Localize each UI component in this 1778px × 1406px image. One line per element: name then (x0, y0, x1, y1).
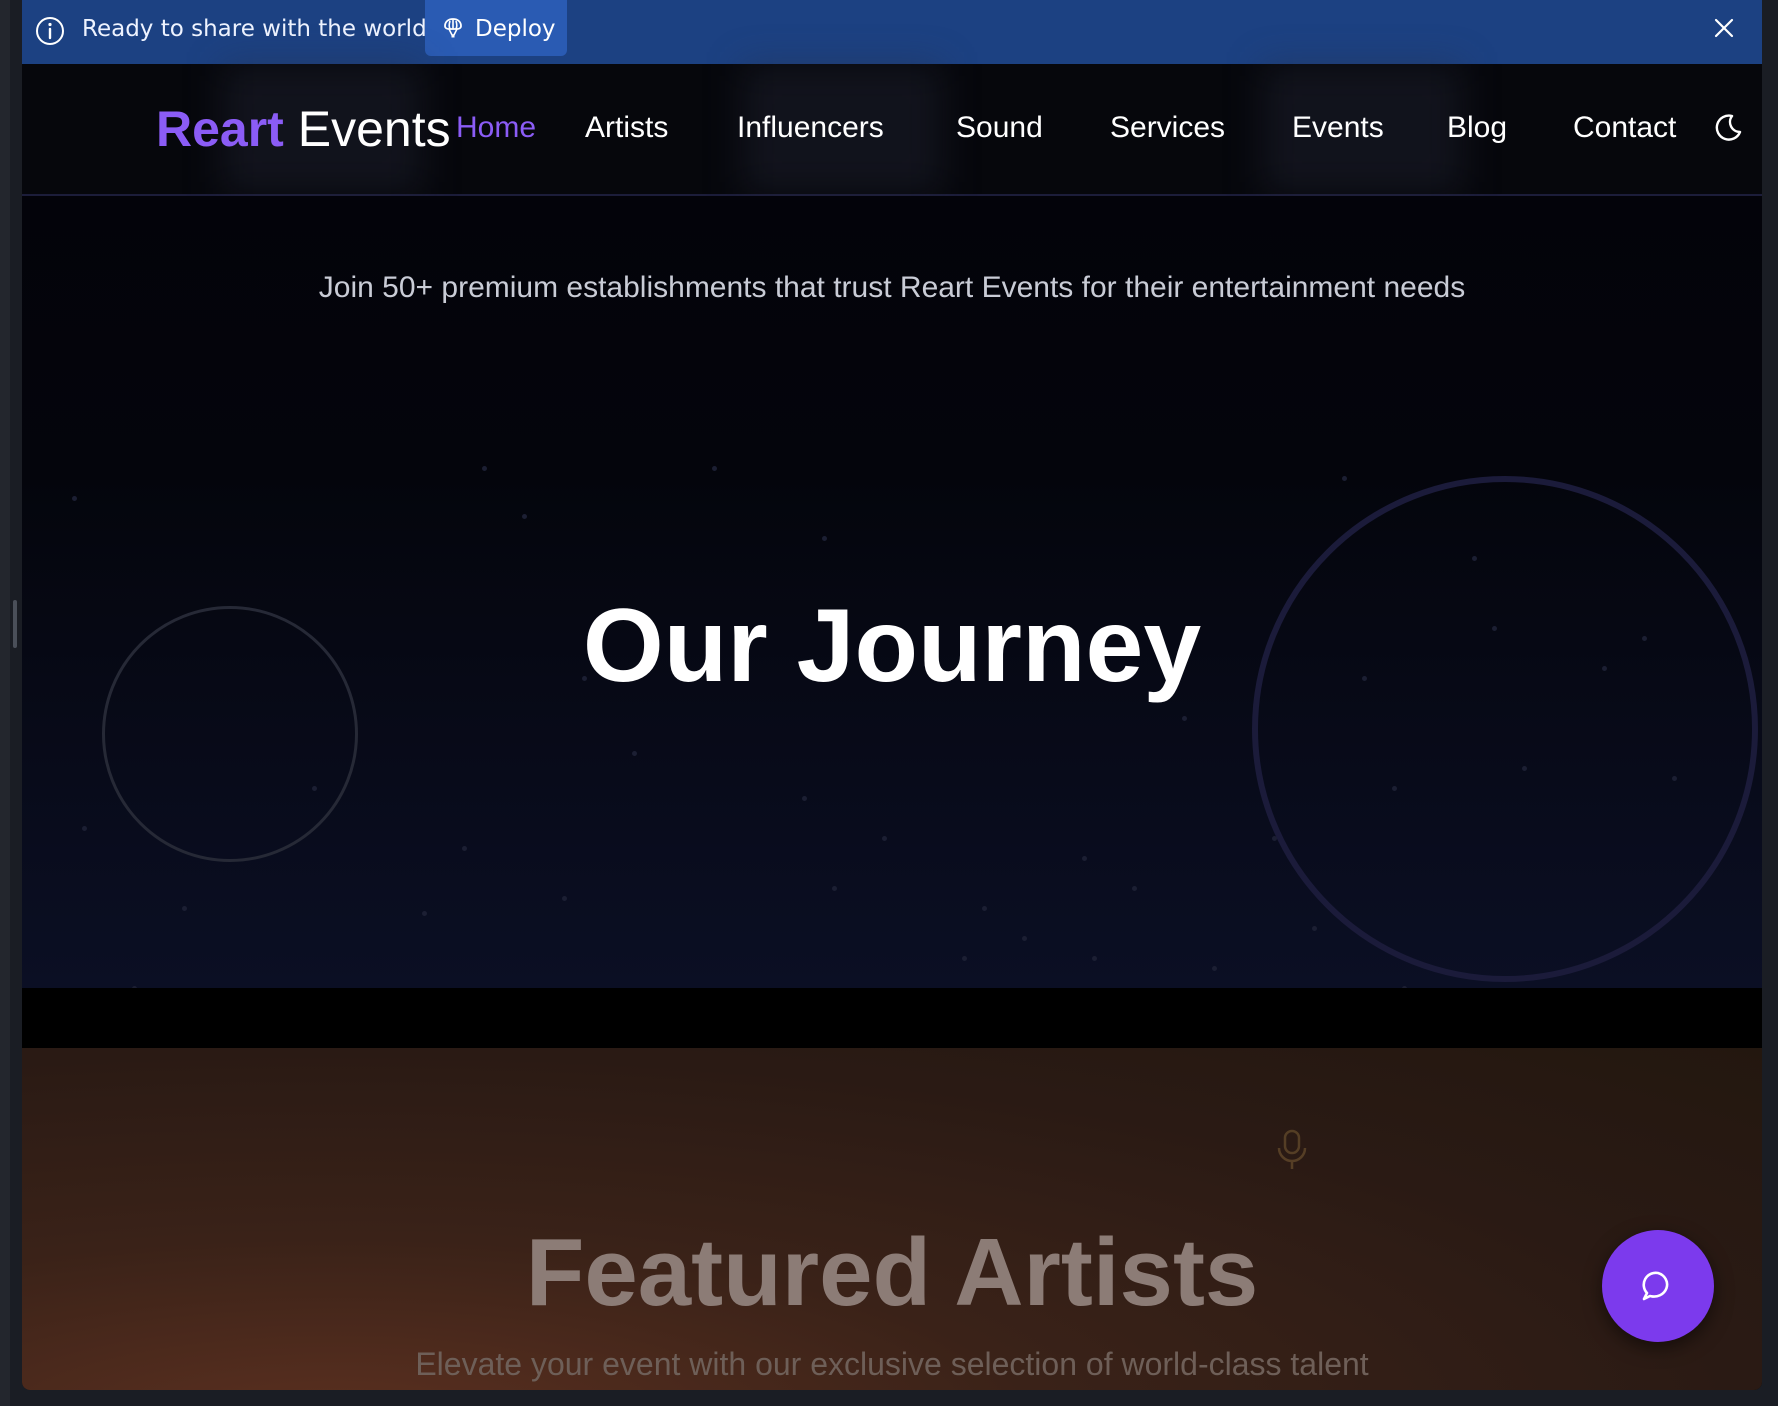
particle-dot (1082, 856, 1087, 861)
particle-dot (462, 846, 467, 851)
section-divider (22, 988, 1762, 1048)
moon-icon[interactable] (1712, 112, 1744, 144)
particle-dot (1392, 786, 1397, 791)
logo-primary: Reart (156, 101, 284, 157)
particle-dot (832, 886, 837, 891)
panel-resize-handle[interactable] (13, 600, 17, 648)
particle-dot (1132, 886, 1137, 891)
deploy-banner: Ready to share with the world? Deploy (22, 0, 1762, 64)
chat-button[interactable] (1602, 1230, 1714, 1342)
nav-link-home[interactable]: Home (456, 108, 536, 148)
particle-dot (82, 826, 87, 831)
nav-link-contact[interactable]: Contact (1573, 108, 1676, 148)
microphone-icon (1277, 1129, 1307, 1169)
particle-dot (822, 536, 827, 541)
nav-link-blog[interactable]: Blog (1447, 108, 1507, 148)
particle-dot (962, 956, 967, 961)
nav-link-sound[interactable]: Sound (956, 108, 1043, 148)
close-icon[interactable] (1712, 16, 1736, 40)
deploy-icon (444, 18, 462, 38)
particle-dot (1522, 766, 1527, 771)
particle-dot (1182, 716, 1187, 721)
featured-title: Featured Artists (525, 1219, 1259, 1326)
particle-dot (482, 466, 487, 471)
logo-secondary: Events (297, 101, 451, 157)
hero-title: Our Journey (582, 588, 1202, 704)
particle-dot (882, 836, 887, 841)
particle-dot (1342, 476, 1347, 481)
banner-message: Ready to share with the world? (82, 16, 439, 42)
preview-frame: Ready to share with the world? Deploy Re… (22, 0, 1762, 1390)
nav-link-events[interactable]: Events (1292, 108, 1384, 148)
particle-dot (1092, 956, 1097, 961)
nav-link-influencers[interactable]: Influencers (737, 108, 884, 148)
particle-dot (712, 466, 717, 471)
hero-tagline: Join 50+ premium establishments that tru… (318, 271, 1466, 304)
site-logo[interactable]: Reart Events (156, 94, 451, 164)
decorative-ring (1252, 476, 1758, 982)
particle-dot (982, 906, 987, 911)
particle-dot (1212, 966, 1217, 971)
featured-artists-section: Featured Artists Elevate your event with… (22, 1048, 1762, 1390)
particle-dot (1672, 776, 1677, 781)
journey-hero: Join 50+ premium establishments that tru… (22, 196, 1762, 988)
featured-subtitle: Elevate your event with our exclusive se… (415, 1346, 1369, 1382)
particle-dot (312, 786, 317, 791)
particle-dot (422, 911, 427, 916)
particle-dot (182, 906, 187, 911)
deploy-label: Deploy (475, 16, 556, 42)
particle-dot (1312, 926, 1317, 931)
particle-dot (562, 896, 567, 901)
left-panel-edge (0, 0, 10, 1406)
particle-dot (522, 514, 527, 519)
particle-dot (802, 796, 807, 801)
chat-icon (1642, 1271, 1669, 1301)
deploy-button[interactable]: Deploy (425, 0, 567, 56)
nav-link-artists[interactable]: Artists (585, 108, 668, 148)
particle-dot (1472, 556, 1477, 561)
particle-dot (1022, 936, 1027, 941)
particle-dot (632, 751, 637, 756)
info-icon (36, 17, 64, 45)
main-navbar: Reart Events Home Artists Influencers So… (22, 64, 1762, 196)
particle-dot (1272, 836, 1277, 841)
particle-dot (72, 496, 77, 501)
nav-link-services[interactable]: Services (1110, 108, 1225, 148)
